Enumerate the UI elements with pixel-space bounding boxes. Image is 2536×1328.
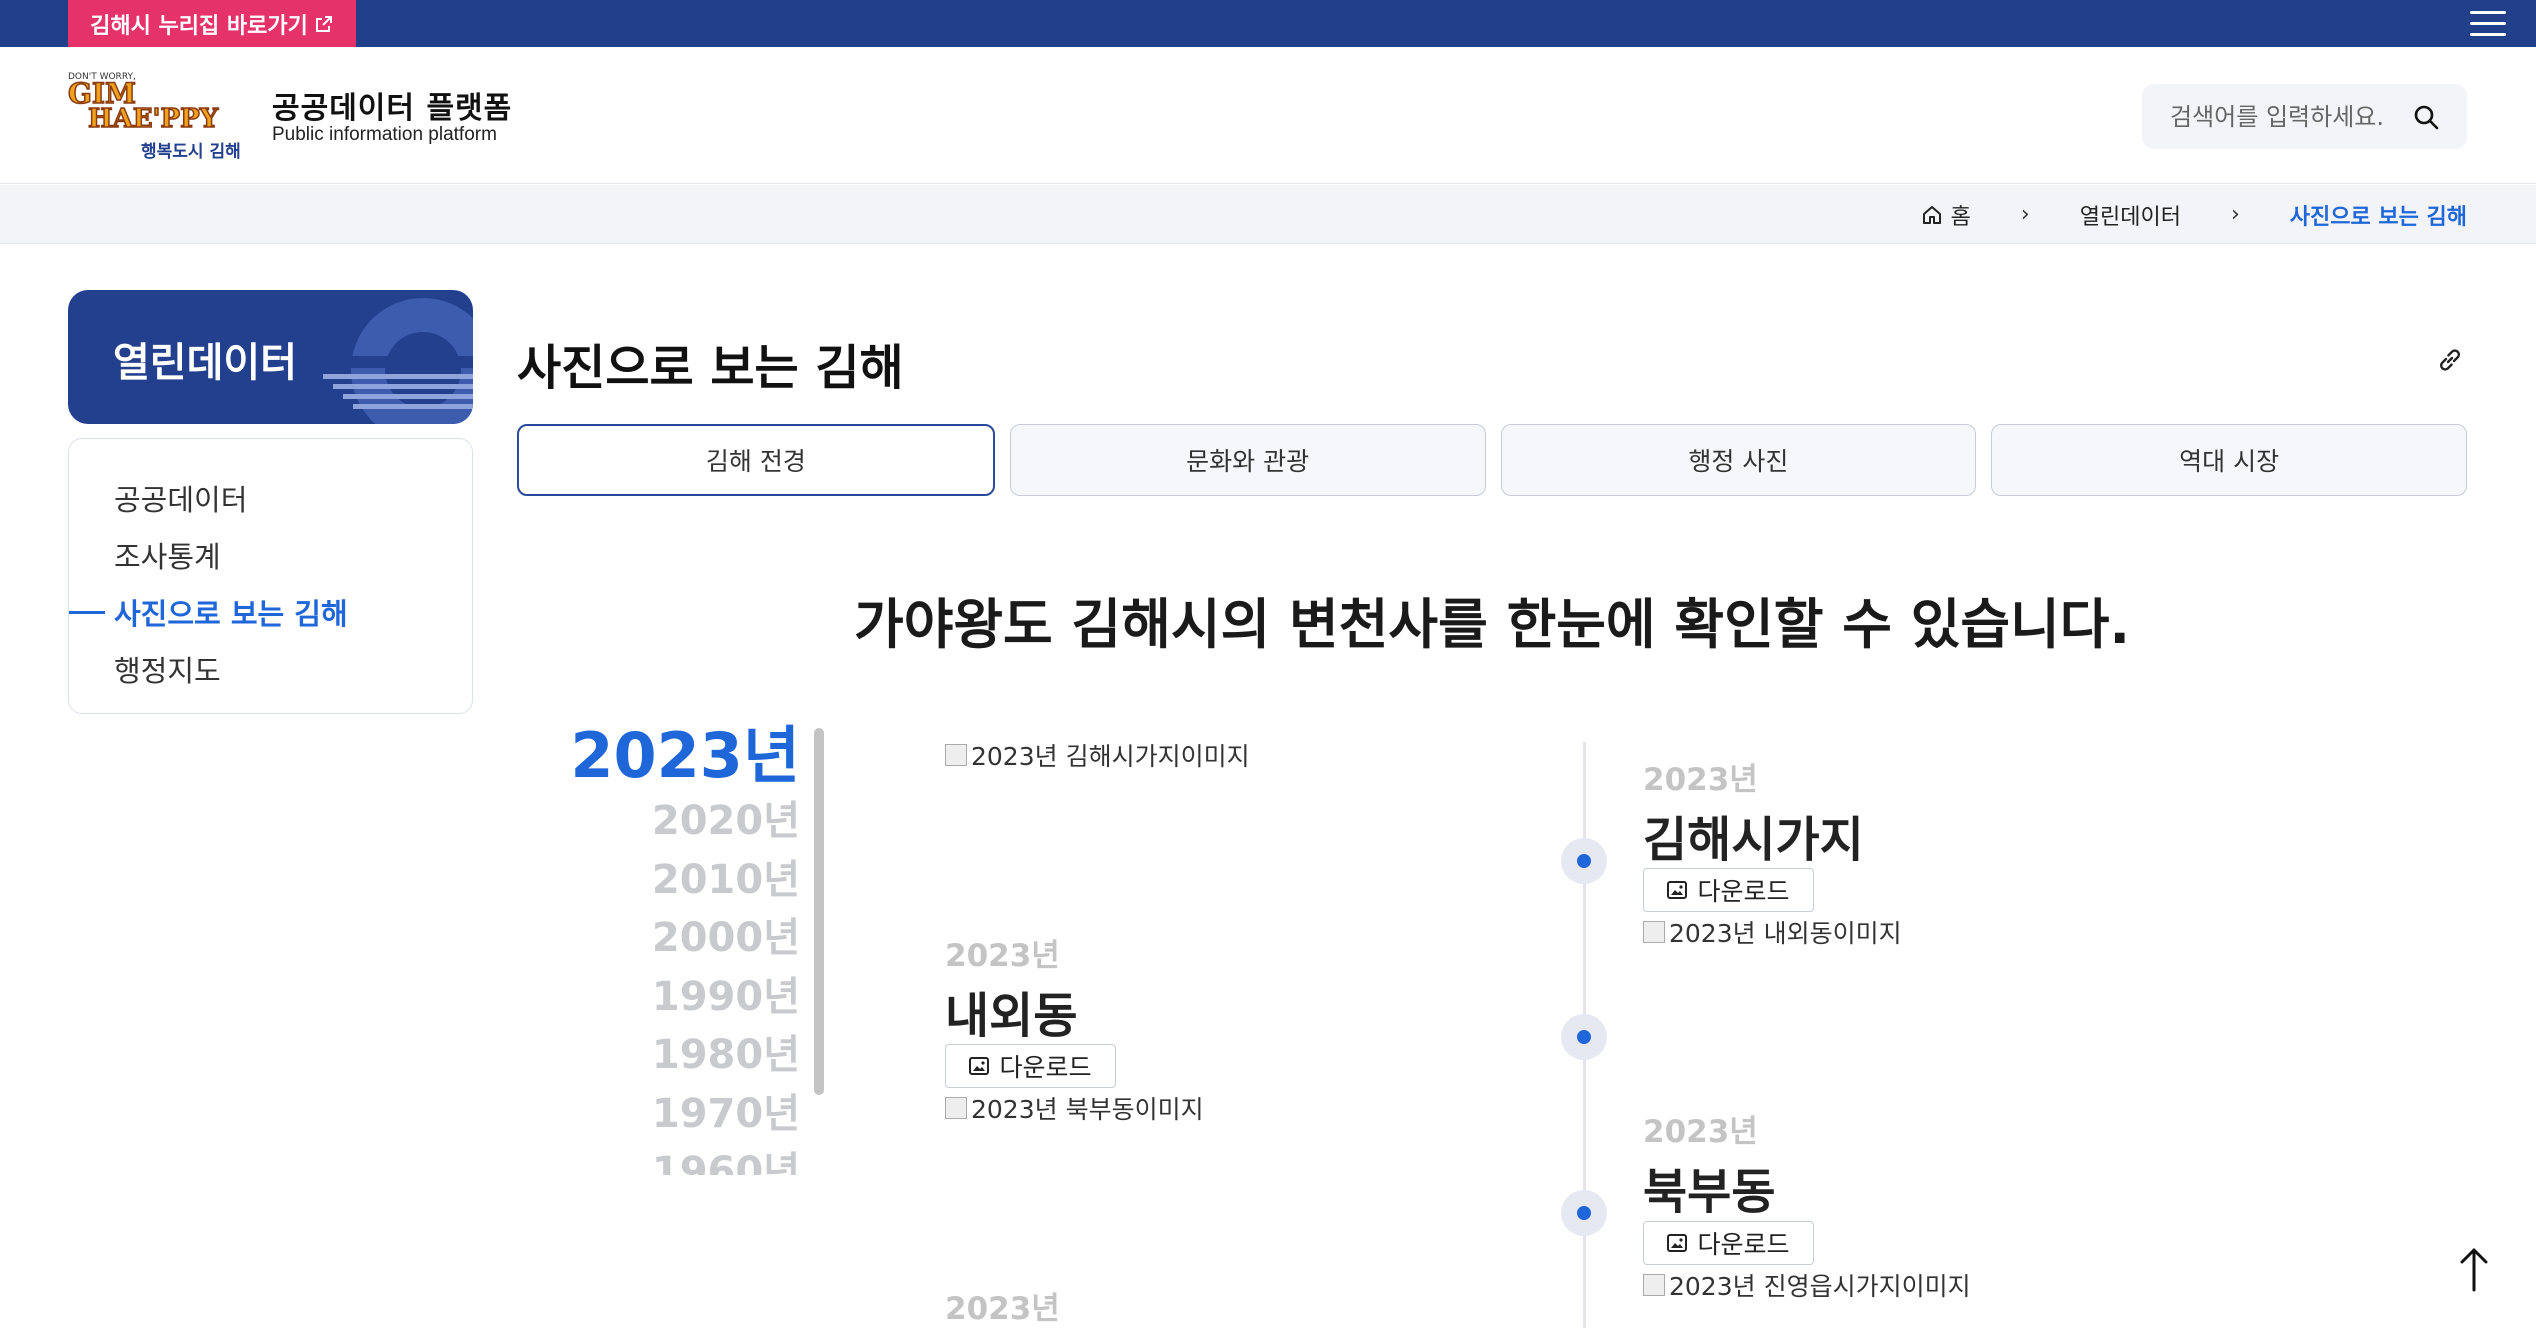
year-item[interactable]: 1960년 bbox=[560, 1143, 800, 1175]
timeline-photo[interactable]: 2023년 내외동이미지 bbox=[1643, 914, 1902, 950]
sidebar-header: 열린데이터 bbox=[68, 290, 473, 424]
tab-former-mayors[interactable]: 역대 시장 bbox=[1991, 424, 2467, 496]
search-icon[interactable] bbox=[2413, 104, 2439, 130]
broken-image-icon bbox=[1643, 1274, 1665, 1296]
utility-bar: 김해시 누리집 바로가기 bbox=[0, 0, 2536, 47]
year-item[interactable]: 2020년 bbox=[560, 792, 800, 851]
timeline-photo[interactable]: 2023년 진영읍시가지이미지 bbox=[1643, 1267, 1971, 1303]
download-label: 다운로드 bbox=[1697, 1230, 1790, 1259]
category-tabs: 김해 전경 문화와 관광 행정 사진 역대 시장 bbox=[517, 424, 2467, 496]
chevron-right-icon: › bbox=[2020, 202, 2030, 227]
breadcrumb-home-label: 홈 bbox=[1950, 204, 1971, 230]
sidebar-item-photo-gimhae[interactable]: 사진으로 보는 김해 bbox=[69, 583, 472, 640]
entry-year: 2023년 bbox=[945, 1291, 1060, 1327]
timeline-dot bbox=[1561, 1190, 1607, 1236]
entry-year: 2023년 bbox=[945, 938, 1060, 974]
photo-alt-text: 2023년 진영읍시가지이미지 bbox=[1669, 1272, 1971, 1301]
search-input[interactable] bbox=[2170, 84, 2410, 149]
download-button[interactable]: 다운로드 bbox=[1643, 1221, 1814, 1265]
breadcrumb-current: 사진으로 보는 김해 bbox=[2289, 204, 2467, 230]
download-label: 다운로드 bbox=[999, 1053, 1092, 1082]
site-header: DON'T WORRY, GIM HAE'PPY 행복도시 김해 공공데이터 플… bbox=[0, 47, 2536, 184]
page-title: 사진으로 보는 김해 bbox=[517, 340, 904, 396]
logo-city: 행복도시 김해 bbox=[141, 142, 241, 162]
breadcrumb: 홈 › 열린데이터 › 사진으로 보는 김해 bbox=[1921, 185, 2467, 244]
year-item[interactable]: 2023년 bbox=[560, 720, 800, 792]
tab-admin-photos[interactable]: 행정 사진 bbox=[1500, 424, 1977, 496]
city-emblem-icon bbox=[323, 298, 473, 424]
entry-year: 2023년 bbox=[1643, 762, 1758, 798]
timeline-dot bbox=[1561, 838, 1607, 884]
scroll-to-top-button[interactable] bbox=[2452, 1240, 2496, 1296]
image-icon bbox=[1667, 1234, 1688, 1252]
year-list: 2023년 2020년 2010년 2000년 1990년 1980년 1970… bbox=[560, 720, 800, 1175]
logo-line2: HAE'PPY bbox=[88, 104, 219, 134]
portal-shortcut-link[interactable]: 김해시 누리집 바로가기 bbox=[68, 0, 356, 47]
home-icon bbox=[1922, 205, 1941, 224]
photo-alt-text: 2023년 김해시가지이미지 bbox=[971, 742, 1250, 771]
tab-gimhae-panorama[interactable]: 김해 전경 bbox=[517, 424, 995, 496]
external-link-icon bbox=[315, 15, 332, 32]
section-headline: 가야왕도 김해시의 변천사를 한눈에 확인할 수 있습니다. bbox=[854, 593, 2130, 656]
sidebar-menu: 공공데이터 조사통계 사진으로 보는 김해 행정지도 bbox=[68, 438, 473, 714]
link-icon[interactable] bbox=[2436, 346, 2464, 374]
breadcrumb-bar: 홈 › 열린데이터 › 사진으로 보는 김해 bbox=[0, 185, 2536, 244]
chevron-right-icon: › bbox=[2230, 202, 2240, 227]
year-item[interactable]: 1970년 bbox=[560, 1085, 800, 1144]
sidebar-item-public-data[interactable]: 공공데이터 bbox=[69, 469, 472, 526]
download-button[interactable]: 다운로드 bbox=[945, 1044, 1116, 1088]
timeline-photo[interactable]: 2023년 김해시가지이미지 bbox=[945, 737, 1250, 773]
platform-subtitle: Public information platform bbox=[272, 124, 497, 145]
year-item[interactable]: 1980년 bbox=[560, 1026, 800, 1085]
broken-image-icon bbox=[945, 1097, 967, 1119]
download-button[interactable]: 다운로드 bbox=[1643, 868, 1814, 912]
broken-image-icon bbox=[945, 744, 967, 766]
breadcrumb-home[interactable]: 홈 bbox=[1921, 199, 1971, 231]
sidebar-item-admin-map[interactable]: 행정지도 bbox=[69, 640, 472, 697]
entry-title: 내외동 bbox=[945, 988, 1078, 1044]
year-item[interactable]: 2000년 bbox=[560, 909, 800, 968]
portal-link-label: 김해시 누리집 바로가기 bbox=[90, 13, 308, 39]
gimhae-logo[interactable]: DON'T WORRY, GIM HAE'PPY 행복도시 김해 bbox=[66, 67, 266, 167]
search-box bbox=[2142, 84, 2467, 149]
platform-title: 공공데이터 플랫폼 bbox=[272, 91, 513, 126]
tab-culture-tourism[interactable]: 문화와 관광 bbox=[1009, 424, 1486, 496]
broken-image-icon bbox=[1643, 921, 1665, 943]
year-item[interactable]: 1990년 bbox=[560, 968, 800, 1027]
hamburger-menu-icon[interactable] bbox=[2470, 6, 2506, 40]
download-label: 다운로드 bbox=[1697, 877, 1790, 906]
photo-alt-text: 2023년 북부동이미지 bbox=[971, 1095, 1204, 1124]
breadcrumb-level1[interactable]: 열린데이터 bbox=[2080, 199, 2181, 231]
entry-title: 김해시가지 bbox=[1643, 812, 1864, 868]
photo-alt-text: 2023년 내외동이미지 bbox=[1669, 919, 1902, 948]
sidebar-title: 열린데이터 bbox=[113, 340, 297, 386]
image-icon bbox=[1667, 881, 1688, 899]
entry-year: 2023년 bbox=[1643, 1114, 1758, 1150]
year-list-scrollbar[interactable] bbox=[814, 728, 824, 1095]
timeline-dot bbox=[1561, 1014, 1607, 1060]
year-item[interactable]: 2010년 bbox=[560, 851, 800, 910]
entry-title: 북부동 bbox=[1643, 1164, 1776, 1220]
sidebar-item-survey-stats[interactable]: 조사통계 bbox=[69, 526, 472, 583]
timeline-photo[interactable]: 2023년 북부동이미지 bbox=[945, 1090, 1204, 1126]
image-icon bbox=[969, 1057, 990, 1075]
